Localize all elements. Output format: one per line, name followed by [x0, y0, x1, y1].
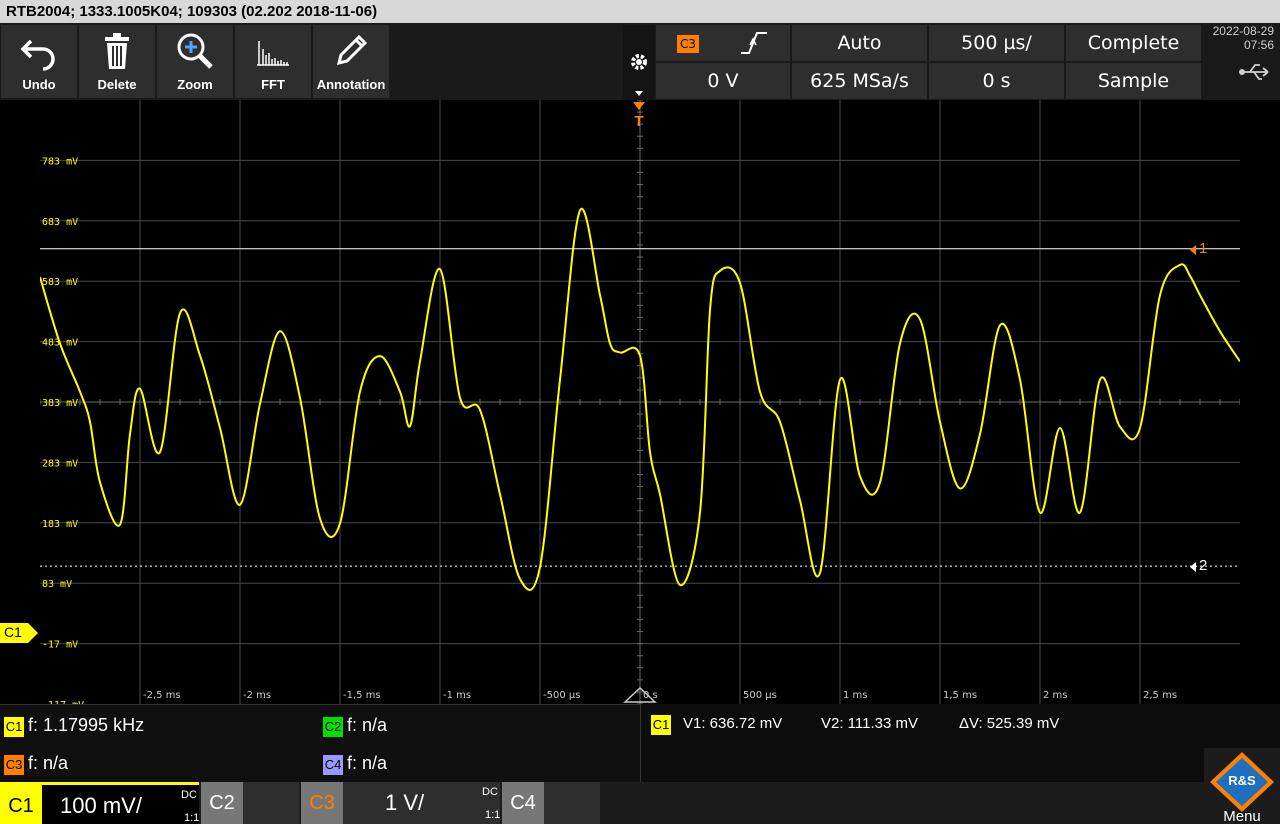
fft-button[interactable]: FFT: [235, 25, 311, 98]
delete-button[interactable]: Delete: [79, 25, 155, 98]
x-axis-label: 500 µs: [743, 690, 777, 701]
annotation-label: Annotation: [316, 77, 386, 92]
cursor-1-arrow-icon: [1190, 245, 1196, 255]
window-title: RTB2004; 1333.1005K04; 109303 (02.202 20…: [0, 0, 1280, 23]
channel-1-scale: 100 mV/: [60, 793, 142, 818]
measurement-c1-tag: C1: [4, 717, 24, 737]
channel-3-box[interactable]: C3 1 V/ DC 1:1: [301, 782, 500, 824]
measurement-c1-frequency: f: 1.17995 kHz: [28, 715, 145, 735]
measurement-c4-frequency: f: n/a: [347, 753, 388, 773]
x-axis-label: -2 ms: [243, 690, 271, 701]
cursor-1-handle[interactable]: 1: [1190, 240, 1214, 260]
channel-1-ground-marker[interactable]: C1: [0, 623, 40, 643]
channel-1-probe: 1:1: [184, 812, 200, 824]
channel-3-probe: 1:1: [485, 809, 501, 821]
x-axis-label: -2,5 ms: [143, 690, 181, 701]
cursor-2-handle[interactable]: 2: [1190, 557, 1214, 577]
trash-icon: [79, 25, 155, 77]
clock-date: 2022-08-29: [1212, 24, 1274, 38]
undo-button[interactable]: Undo: [1, 25, 77, 98]
channel-4-name: C4: [502, 782, 544, 824]
channel-3-coupling: DC: [482, 786, 498, 798]
usb-icon: [1239, 64, 1269, 80]
svg-text:T: T: [634, 113, 643, 130]
annotation-button[interactable]: Annotation: [313, 25, 389, 98]
ground-marker-label: C1: [4, 624, 22, 640]
undo-label: Undo: [22, 77, 56, 92]
trigger-settings-toggle[interactable]: [623, 25, 655, 100]
x-axis-label: -1 ms: [443, 690, 471, 701]
measurement-c3-frequency: f: n/a: [28, 753, 69, 773]
x-axis-label: -500 µs: [543, 690, 580, 701]
menu-logo: R&S: [1228, 773, 1256, 788]
zoom-label: Zoom: [177, 77, 213, 92]
channel-3-scale: 1 V/: [385, 790, 425, 815]
measurement-c3-tag: C3: [4, 755, 24, 775]
x-axis-label: 1 ms: [843, 690, 868, 701]
undo-icon: [1, 25, 77, 77]
gear-icon: [631, 54, 647, 96]
cursor-v2-value: V2: 111.33 mV: [821, 715, 919, 732]
measurement-c4-tag: C4: [323, 755, 343, 775]
channel-4-box[interactable]: C4: [502, 782, 600, 824]
y-axis-label: 583 mV: [42, 277, 78, 288]
acquisition-mode[interactable]: Sample: [1066, 63, 1201, 99]
clock-time: 07:56: [1243, 38, 1274, 52]
cursor-1-label: 1: [1199, 240, 1208, 257]
x-axis-label: -1,5 ms: [343, 690, 381, 701]
y-axis-labels: 783 mV683 mV583 mV483 mV383 mV283 mV183 …: [42, 156, 84, 704]
graticule: [40, 100, 1240, 704]
cursor-readout-channel: C1: [651, 715, 671, 735]
fft-spectrum-icon: [235, 25, 311, 77]
sample-rate[interactable]: 625 MSa/s: [792, 63, 927, 99]
horizontal-position[interactable]: 0 s: [929, 63, 1064, 99]
y-axis-label: 683 mV: [42, 217, 78, 228]
cursor-v1-value: V1: 636.72 mV: [683, 715, 783, 732]
channel-2-box[interactable]: C2: [201, 782, 299, 824]
waveform-plot[interactable]: 783 mV683 mV583 mV483 mV383 mV283 mV183 …: [40, 100, 1240, 704]
cursor-readout[interactable]: C1 V1: 636.72 mV V2: 111.33 mV ΔV: 525.3…: [640, 704, 1280, 782]
pencil-icon: [313, 25, 389, 77]
channel-1-box[interactable]: C1 100 mV/ DC 1:1: [0, 782, 199, 824]
trigger-slope[interactable]: [720, 25, 790, 61]
trigger-source-badge: C3: [676, 34, 699, 53]
zoom-in-icon: [157, 25, 233, 77]
timebase-scale[interactable]: 500 µs/: [929, 25, 1064, 61]
cursor-delta-value: ΔV: 525.39 mV: [959, 715, 1060, 732]
x-axis-label: 0 s: [643, 690, 658, 701]
clock: 2022-08-29 07:56: [1205, 24, 1280, 100]
trigger-mode[interactable]: Auto: [792, 25, 927, 61]
channel-2-name: C2: [201, 782, 243, 824]
x-axis-label: 2 ms: [1043, 690, 1068, 701]
y-axis-label: 183 mV: [42, 519, 78, 530]
waveform-display[interactable]: 783 mV 683 mV 583 mV 483 mV 383 mV 283 mV 183 …: [40, 100, 1240, 704]
cursor-2-arrow-icon: [1190, 562, 1196, 572]
x-axis-label: 1,5 ms: [943, 690, 977, 701]
channel-1-name: C1: [0, 785, 42, 824]
measurement-c2-frequency: f: n/a: [347, 715, 388, 735]
channel-1-coupling: DC: [181, 789, 197, 801]
trigger-level[interactable]: 0 V: [656, 63, 790, 99]
menu-label: Menu: [1223, 808, 1261, 824]
y-axis-label: 383 mV: [42, 398, 78, 409]
y-axis-label: -17 mV: [42, 640, 78, 651]
channel-bar: C1 100 mV/ DC 1:1 C2 C3 1 V/ DC 1:1 C4 R…: [0, 748, 1280, 824]
delete-label: Delete: [97, 77, 137, 92]
measurement-c2-tag: C2: [323, 717, 343, 737]
menu-button[interactable]: R&S Menu: [1204, 748, 1280, 824]
y-axis-label: 83 mV: [42, 579, 72, 590]
x-axis-labels: -2,5 ms -2 ms -1,5 ms -1 ms -500 µs 0 s 500 µs…: [143, 690, 1177, 701]
rising-edge-icon: [741, 32, 767, 54]
y-axis-label: 783 mV: [42, 156, 78, 167]
fft-label: FFT: [261, 77, 285, 92]
cursor-2-label: 2: [1199, 557, 1208, 574]
channel-3-name: C3: [301, 782, 343, 824]
trigger-position-marker[interactable]: T: [633, 102, 645, 130]
y-axis-label: 283 mV: [42, 458, 78, 469]
acquisition-state[interactable]: Complete: [1066, 25, 1201, 61]
x-axis-label: 2,5 ms: [1143, 690, 1177, 701]
zoom-button[interactable]: Zoom: [157, 25, 233, 98]
